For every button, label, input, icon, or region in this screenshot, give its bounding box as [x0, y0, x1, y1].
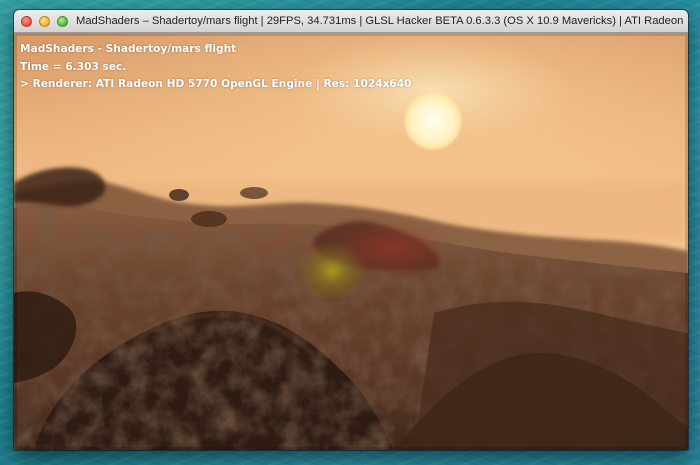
title-bar[interactable]: MadShaders – Shadertoy/mars flight | 29F…	[14, 10, 688, 33]
hud-overlay: MadShaders - Shadertoy/mars flight Time …	[20, 41, 412, 94]
hud-time: Time = 6.303 sec.	[20, 60, 127, 73]
rock-small-1	[169, 189, 189, 201]
rock-small-2	[191, 211, 227, 227]
rock-small-3	[240, 187, 268, 199]
render-viewport[interactable]: MadShaders - Shadertoy/mars flight Time …	[14, 33, 688, 450]
lens-flare	[296, 241, 368, 301]
minimize-button[interactable]	[39, 15, 50, 27]
sun	[403, 91, 463, 151]
zoom-button[interactable]	[57, 15, 68, 27]
hud-renderer-info: > Renderer: ATI Radeon HD 5770 OpenGL En…	[20, 78, 412, 90]
hud-demo-title: MadShaders - Shadertoy/mars flight	[20, 43, 237, 55]
window-controls	[14, 15, 68, 27]
app-window: MadShaders – Shadertoy/mars flight | 29F…	[14, 10, 688, 450]
window-title: MadShaders – Shadertoy/mars flight | 29F…	[76, 15, 684, 27]
close-button[interactable]	[21, 15, 32, 27]
mars-scene	[14, 33, 688, 450]
